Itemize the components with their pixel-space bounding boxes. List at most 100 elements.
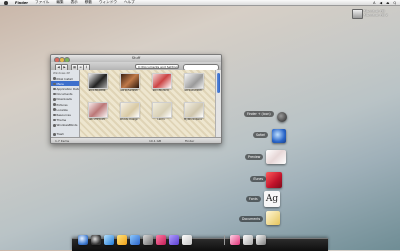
sidebar-item-label: Resources	[56, 112, 71, 117]
file-label: MyWorkspace	[184, 118, 202, 121]
documents-icon[interactable]	[266, 211, 280, 225]
app-icon[interactable]	[169, 235, 179, 245]
file-label: a0r1f0x3b3c	[152, 89, 170, 92]
file-thumbnail[interactable]	[152, 73, 172, 89]
menu-file[interactable]: ファイル	[35, 0, 49, 5]
sidebar-item-label: Documents	[56, 92, 73, 97]
menu-extras: A ◀ ⏏ Q	[373, 0, 396, 6]
mail-icon[interactable]	[104, 235, 114, 245]
file-thumbnail[interactable]	[120, 73, 140, 89]
desktop-disk[interactable]: Macintosh HD Macintosh HD 2	[352, 8, 398, 22]
path-field[interactable]: C:\Documents and Settings	[135, 63, 179, 69]
dock-separator	[224, 235, 225, 245]
photo-icon[interactable]	[230, 235, 240, 245]
menu-app-finder[interactable]: Finder	[15, 1, 28, 5]
file-label: a0r1f3f3005	[88, 118, 106, 121]
menu-bar: Finder ファイル 編集 表示 移動 ウィンドウ ヘルプ A ◀ ⏏ Q	[0, 0, 400, 6]
trash-icon	[53, 133, 56, 136]
stack-item-documents[interactable]: Documents	[239, 216, 264, 222]
status-space: 10.1 GB	[149, 138, 162, 143]
itunes-icon[interactable]	[266, 172, 282, 188]
folder-icon	[53, 108, 56, 111]
stack-item-fonts[interactable]: Fonts	[246, 196, 261, 202]
file-label: Lani's	[157, 118, 165, 121]
sidebar-item-label: iDisk Install	[56, 76, 73, 81]
disk-labels: Macintosh HD Macintosh HD 2	[364, 9, 388, 17]
spotlight-icon[interactable]: Q	[393, 1, 396, 5]
folder-icon	[53, 118, 56, 122]
status-items: 1.7 items	[55, 138, 70, 143]
vertical-scrollbar[interactable]	[215, 70, 221, 138]
stack-label: iTunes	[250, 176, 267, 182]
folder-icon	[53, 124, 56, 127]
safari-compass-icon[interactable]	[272, 129, 286, 143]
menu-help[interactable]: ヘルプ	[124, 0, 135, 5]
itunes-dock-icon[interactable]	[156, 235, 166, 245]
file-thumbnail[interactable]	[88, 102, 108, 118]
ichat-icon[interactable]	[117, 235, 127, 245]
file-thumbnail[interactable]	[184, 102, 204, 118]
dock-icons	[78, 231, 326, 245]
sidebar-item-label: Downloads	[56, 97, 72, 102]
safari-dock-icon[interactable]	[130, 235, 140, 245]
stack-item-itunes[interactable]: iTunes	[250, 176, 267, 182]
file-label: a0r1f6b0889	[88, 89, 106, 92]
folder-icon	[53, 82, 56, 86]
file-label: a0r1b5a3998	[120, 89, 138, 92]
stack-label: Documents	[239, 216, 264, 222]
stack-label: Preview	[245, 154, 264, 160]
stack-label: Finder + (icon)	[244, 111, 274, 117]
menu-view[interactable]: 表示	[71, 0, 78, 5]
folder-icon	[53, 87, 56, 91]
stack-item-preview[interactable]: Preview	[245, 154, 264, 160]
file-grid: a0r1f6b0889 a0r1b5a3998 a0r1f0x3b3c a0r1…	[80, 70, 215, 138]
hard-disk-icon[interactable]	[352, 9, 363, 19]
window-title: Stuff	[131, 56, 141, 60]
menu-go[interactable]: 移動	[85, 0, 92, 5]
finder-window: Stuff ◀ ▶ ▦ ≡ ⫼ C:\Documents and Setting…	[50, 54, 222, 144]
sidebar-item-label: Theme	[56, 118, 67, 123]
disk-icon	[53, 77, 56, 80]
dashboard-icon[interactable]	[91, 235, 101, 245]
sidebar-item-label: Application Data	[56, 86, 80, 91]
system-preferences-icon[interactable]	[143, 235, 153, 245]
eject-icon[interactable]: ⏏	[386, 1, 389, 5]
disk-label-2: Macintosh HD 2	[364, 13, 388, 17]
sidebar-item-label: Menu	[56, 81, 65, 86]
sidebar-item-windowsblinds[interactable]: WindowsBlinds	[51, 123, 79, 128]
terminal-icon[interactable]	[182, 235, 192, 245]
folder-icon	[53, 98, 56, 101]
file-thumbnail[interactable]	[88, 73, 108, 89]
stack-label: Fonts	[246, 196, 261, 202]
volume-icon[interactable]: ◀	[380, 1, 383, 5]
folder-icon	[53, 92, 56, 96]
sidebar-item-label: Trash	[56, 132, 64, 137]
file-thumbnail[interactable]	[152, 102, 172, 118]
sidebar-item-label: Localize	[56, 107, 68, 112]
file-thumbnail[interactable]	[184, 73, 204, 89]
apple-menu-icon[interactable]	[4, 0, 8, 5]
menu-window[interactable]: ウィンドウ	[99, 0, 117, 5]
input-menu-icon[interactable]: A	[373, 1, 375, 5]
trash-dock-icon[interactable]	[256, 235, 266, 245]
stack-item-safari[interactable]: Safari	[253, 132, 269, 138]
folder-icon	[53, 113, 56, 117]
scroll-thumb[interactable]	[217, 73, 220, 93]
folder-dock-icon[interactable]	[243, 235, 253, 245]
finder-icon[interactable]	[277, 112, 287, 122]
folder-icon	[53, 103, 56, 106]
menu-edit[interactable]: 編集	[56, 0, 63, 5]
finder-dock-icon[interactable]	[78, 235, 88, 245]
file-label: Woods Design	[119, 118, 139, 121]
status-bar: 1.7 items 10.1 GB Finder	[51, 137, 221, 143]
stack-item-finder[interactable]: Finder + (icon)	[244, 111, 274, 117]
font-book-icon[interactable]: Ag	[264, 191, 280, 207]
status-app: Finder	[185, 138, 195, 143]
sidebar-item-label: WindowsBlinds	[56, 123, 78, 128]
stack-label: Safari	[253, 132, 269, 138]
file-label: a0r1a4v0908	[184, 89, 202, 92]
file-thumbnail[interactable]	[120, 102, 140, 118]
title-bar[interactable]: Stuff	[51, 55, 221, 63]
preview-icon[interactable]	[266, 150, 286, 164]
sidebar-item-label: Pictures	[56, 102, 68, 107]
